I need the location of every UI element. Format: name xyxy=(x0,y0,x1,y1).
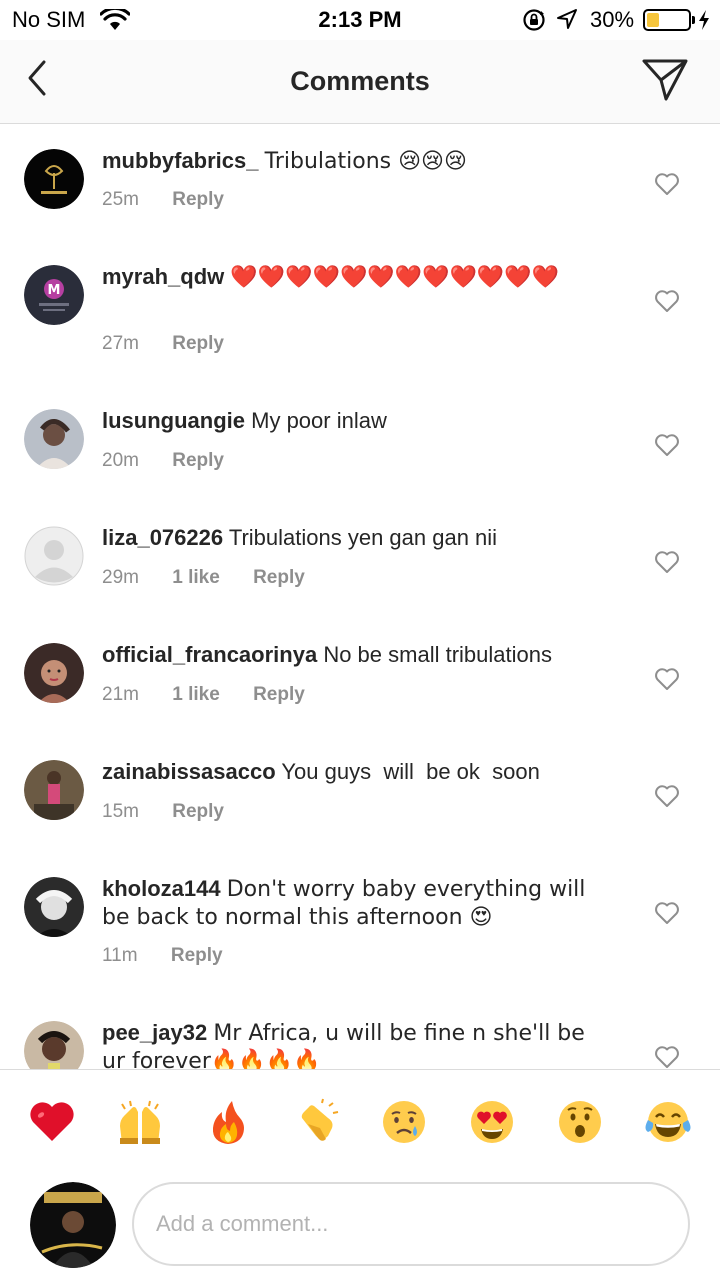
emoji-quick-bar xyxy=(0,1069,720,1173)
comment-meta: 27m Reply xyxy=(102,333,252,355)
red-heart-icon xyxy=(30,1102,74,1141)
page-title: Comments xyxy=(290,66,430,96)
comment-username[interactable]: zainabissasacco xyxy=(102,759,276,784)
comment-username[interactable]: lusunguangie xyxy=(102,408,245,433)
comment-username[interactable]: official_francaorinya xyxy=(102,642,317,667)
like-heart-icon[interactable] xyxy=(654,433,680,457)
comment-username[interactable]: liza_076226 xyxy=(102,525,223,550)
comment-text: liza_076226 Tribulations yen gan gan nii xyxy=(102,524,612,551)
surprised-face-icon xyxy=(559,1101,601,1143)
comment-meta: 21m 1 like Reply xyxy=(102,684,333,706)
comment-time: 25m xyxy=(102,189,139,210)
user-avatar[interactable] xyxy=(24,760,84,820)
user-avatar[interactable] xyxy=(24,877,84,937)
comment-composer xyxy=(0,1173,720,1280)
comment-body: You guys will be ok soon xyxy=(281,759,540,784)
comment-body: No be small tribulations xyxy=(323,642,552,667)
comment-username[interactable]: mubbyfabrics_ xyxy=(102,148,259,173)
emoji-fire-button[interactable] xyxy=(204,1098,252,1146)
likes-count[interactable]: 1 like xyxy=(172,567,220,588)
comment-text: zainabissasacco You guys will be ok soon xyxy=(102,758,612,785)
fire-icon xyxy=(212,1101,244,1144)
user-avatar[interactable] xyxy=(24,643,84,703)
user-avatar[interactable] xyxy=(24,409,84,469)
emoji-red-heart-button[interactable] xyxy=(28,1098,76,1146)
add-comment-input[interactable] xyxy=(132,1182,690,1266)
comments-header: Comments xyxy=(0,40,720,124)
comment-meta: 20m Reply xyxy=(102,450,252,472)
current-user-avatar[interactable] xyxy=(30,1182,116,1268)
direct-share-button[interactable] xyxy=(640,56,690,102)
comment-time: 11m xyxy=(102,945,138,966)
comment-meta: 29m 1 like Reply xyxy=(102,567,333,589)
comment-username[interactable]: kholoza144 xyxy=(102,876,221,901)
emoji-heart-eyes-button[interactable] xyxy=(468,1098,516,1146)
like-heart-icon[interactable] xyxy=(654,901,680,925)
comment-meta: 25m Reply xyxy=(102,189,252,211)
svg-text:M: M xyxy=(48,283,61,298)
comment-body: ❤️❤️❤️❤️❤️❤️❤️❤️❤️❤️❤️❤️ xyxy=(230,265,560,290)
emoji-tears-of-joy-button[interactable] xyxy=(644,1098,692,1146)
like-heart-icon[interactable] xyxy=(654,172,680,196)
emoji-crying-face-button[interactable] xyxy=(380,1098,428,1146)
reply-button[interactable]: Reply xyxy=(172,333,224,354)
status-bar: No SIM 2:13 PM 30% xyxy=(0,0,720,40)
comment-time: 27m xyxy=(102,333,139,354)
comment-text: lusunguangie My poor inlaw xyxy=(102,407,612,434)
comment-meta: 11m Reply xyxy=(102,945,251,967)
tears-of-joy-icon xyxy=(645,1102,691,1142)
like-heart-icon[interactable] xyxy=(654,1045,680,1069)
emoji-clapping-hands-button[interactable] xyxy=(292,1098,340,1146)
rotation-lock-icon xyxy=(523,9,545,31)
likes-count[interactable]: 1 like xyxy=(172,684,220,705)
charging-bolt-icon xyxy=(699,10,709,30)
user-avatar[interactable] xyxy=(24,1021,84,1069)
like-heart-icon[interactable] xyxy=(654,289,680,313)
reply-button[interactable]: Reply xyxy=(253,567,305,588)
comment-text: myrah_qdw ❤️❤️❤️❤️❤️❤️❤️❤️❤️❤️❤️❤️ xyxy=(102,263,612,291)
comment-text: mubbyfabrics_ Tribulations 😢😢😢 xyxy=(102,147,612,175)
battery-icon xyxy=(643,9,695,31)
comment-body: Tribulations yen gan gan nii xyxy=(228,525,498,550)
battery-percent: 30% xyxy=(590,7,635,32)
comment-time: 29m xyxy=(102,567,139,588)
battery-level xyxy=(647,13,659,27)
user-avatar[interactable] xyxy=(24,149,84,209)
like-heart-icon[interactable] xyxy=(654,667,680,691)
comment-text: official_francaorinya No be small tribul… xyxy=(102,641,612,668)
emoji-surprised-face-button[interactable] xyxy=(556,1098,604,1146)
comment-meta: 15m Reply xyxy=(102,801,252,823)
crying-face-icon xyxy=(383,1101,425,1143)
comment-username[interactable]: pee_jay32 xyxy=(102,1020,207,1045)
like-heart-icon[interactable] xyxy=(654,550,680,574)
location-arrow-icon xyxy=(557,9,577,29)
comment-text: kholoza144 Don't worry baby everything w… xyxy=(102,875,612,931)
clapping-hands-icon xyxy=(301,1098,339,1141)
heart-eyes-icon xyxy=(471,1101,513,1143)
comment-username[interactable]: myrah_qdw xyxy=(102,264,224,289)
comment-time: 21m xyxy=(102,684,139,705)
reply-button[interactable]: Reply xyxy=(172,801,224,822)
comment-text: pee_jay32 Mr Africa, u will be fine n sh… xyxy=(102,1019,612,1069)
like-heart-icon[interactable] xyxy=(654,784,680,808)
reply-button[interactable]: Reply xyxy=(253,684,305,705)
comment-time: 15m xyxy=(102,801,139,822)
user-avatar[interactable] xyxy=(24,526,84,586)
reply-button[interactable]: Reply xyxy=(171,945,223,966)
comment-body: My poor inlaw xyxy=(251,408,387,433)
reply-button[interactable]: Reply xyxy=(172,189,224,210)
reply-button[interactable]: Reply xyxy=(172,450,224,471)
comment-body: Tribulations 😢😢😢 xyxy=(264,149,467,174)
raised-hands-icon xyxy=(120,1100,160,1144)
user-avatar[interactable]: M xyxy=(24,265,84,325)
comments-list[interactable]: mubbyfabrics_ Tribulations 😢😢😢 25m Reply… xyxy=(0,125,720,1069)
comment-time: 20m xyxy=(102,450,139,471)
emoji-raised-hands-button[interactable] xyxy=(116,1098,164,1146)
